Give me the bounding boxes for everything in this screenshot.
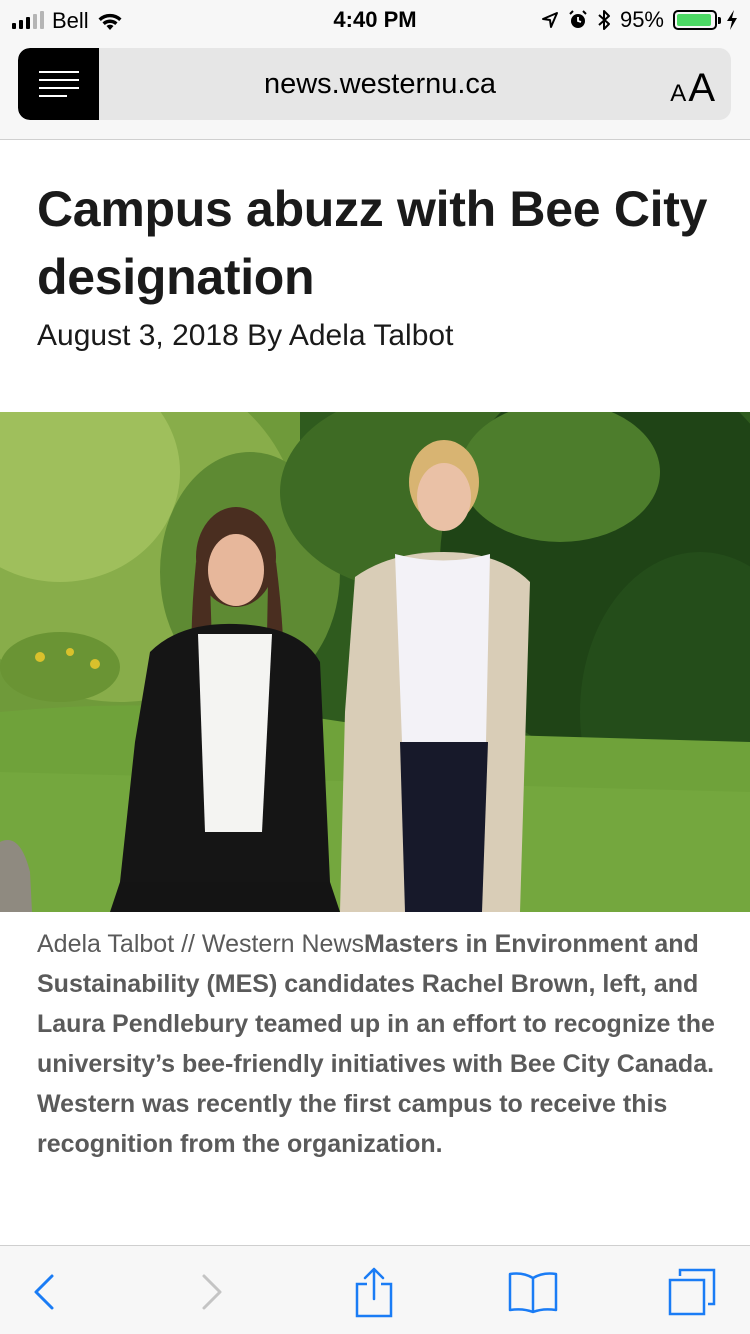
text-size-button[interactable]: A A xyxy=(670,60,715,108)
url-field[interactable]: news.westernu.ca A A xyxy=(18,48,731,120)
alarm-icon xyxy=(569,10,587,28)
share-button[interactable] xyxy=(344,1262,404,1322)
tabs-icon xyxy=(668,1268,716,1316)
battery-percent: 95% xyxy=(619,7,664,32)
photo-caption: Adela Talbot // Western NewsMasters in E… xyxy=(37,924,717,1164)
bluetooth-icon xyxy=(598,10,610,30)
photo-illustration xyxy=(0,412,750,912)
browser-toolbar xyxy=(0,1245,750,1334)
forward-button[interactable] xyxy=(182,1262,242,1322)
bookmarks-button[interactable] xyxy=(503,1262,563,1322)
status-bar: Bell 4:40 PM 95% xyxy=(0,0,750,40)
caption-text: Masters in Environment and Sustainabilit… xyxy=(37,930,715,1158)
article-headline: Campus abuzz with Bee City designation xyxy=(37,181,708,305)
status-right: 95% xyxy=(541,7,738,33)
share-icon xyxy=(355,1267,393,1318)
browser-address-area: news.westernu.ca A A xyxy=(0,40,750,140)
text-size-large-label: A xyxy=(688,66,715,110)
bookmarks-icon xyxy=(508,1272,558,1314)
back-button[interactable] xyxy=(14,1262,74,1322)
url-text[interactable]: news.westernu.ca xyxy=(99,48,661,120)
photo-credit: Adela Talbot // Western News xyxy=(37,930,365,958)
location-icon xyxy=(541,12,558,28)
back-icon xyxy=(34,1274,54,1310)
reader-mode-button[interactable] xyxy=(18,48,99,120)
article-photo xyxy=(0,412,750,912)
forward-icon xyxy=(202,1274,222,1310)
battery-icon xyxy=(673,10,721,30)
text-size-small-label: A xyxy=(670,80,687,107)
charging-icon xyxy=(727,10,737,30)
tabs-button[interactable] xyxy=(662,1262,722,1322)
article-byline: August 3, 2018 By Adela Talbot xyxy=(37,319,454,352)
